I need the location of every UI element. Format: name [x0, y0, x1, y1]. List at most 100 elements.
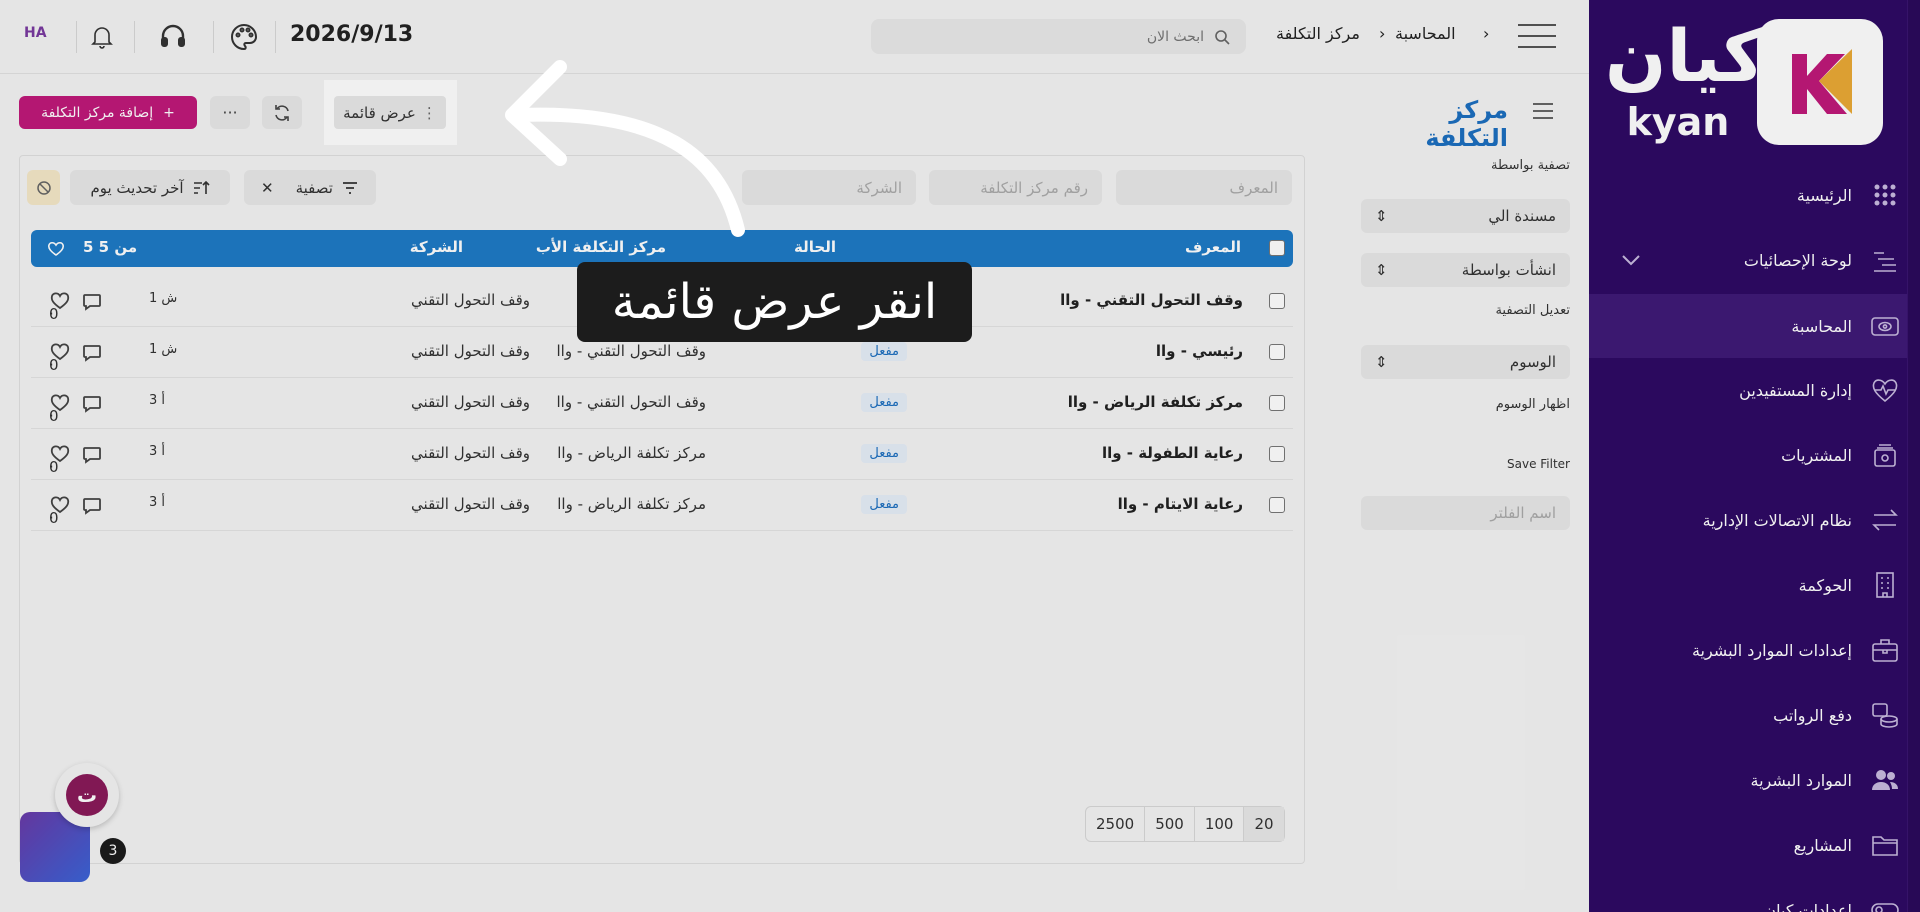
sidebar-item-label: الحوكمة: [1798, 575, 1852, 595]
table-row[interactable]: رعاية الايتام - واا مفعل مركز تكلفة الرياض…: [31, 480, 1293, 531]
row-checkbox[interactable]: [1269, 395, 1285, 411]
sidebar-item-label: الرئيسية: [1796, 185, 1852, 205]
divider: [134, 21, 135, 53]
company-filter-field[interactable]: الشركة: [742, 170, 916, 205]
money-eye-icon: [1870, 311, 1900, 341]
filter-icon: [342, 181, 357, 194]
tutorial-text: انقر عرض قائمة: [611, 274, 938, 330]
comment-icon[interactable]: [81, 443, 103, 465]
table-row[interactable]: مركز تكلفة الرياض - واا مفعل وقف التحول ال…: [31, 378, 1293, 429]
add-cost-center-button[interactable]: إضافة مركز التكلفة +: [19, 96, 197, 129]
cost-center-number-field[interactable]: رقم مركز التكلفة: [929, 170, 1102, 205]
column-id[interactable]: المعرف: [1185, 238, 1241, 256]
sidebar-item-hr-settings[interactable]: إعدادات الموارد البشرية: [1589, 618, 1920, 682]
comment-icon[interactable]: [81, 290, 103, 312]
refresh-icon: [275, 104, 289, 121]
chevron-down-icon[interactable]: [1619, 248, 1643, 272]
show-tags-label[interactable]: اظهار الوسوم: [1496, 397, 1570, 412]
sidebar-item-label: الموارد البشرية: [1750, 770, 1853, 790]
list-view-button[interactable]: عرض قائمة ⋮: [334, 96, 446, 129]
sidebar-item-label: إعدادات كيان: [1764, 900, 1852, 912]
folder-icon: [1870, 830, 1900, 860]
sidebar-item-label: المشاريع: [1793, 835, 1852, 855]
palette-icon[interactable]: [229, 22, 259, 52]
more-button[interactable]: ···: [210, 96, 250, 129]
select-all-checkbox[interactable]: [1269, 240, 1285, 256]
comment-icon[interactable]: [81, 392, 103, 414]
sidebar-item-accounting[interactable]: المحاسبة: [1589, 294, 1920, 358]
row-actions: · 0: [49, 341, 103, 374]
chat-launcher[interactable]: ت: [55, 763, 119, 827]
number-filter-placeholder: رقم مركز التكلفة: [980, 178, 1088, 197]
id-filter-field[interactable]: المعرف: [1116, 170, 1292, 205]
row-company: وقف التحول التقني: [411, 291, 530, 309]
clear-sort-button[interactable]: [27, 170, 60, 205]
row-checkbox[interactable]: [1269, 293, 1285, 309]
sort-icon: [193, 180, 210, 194]
page-size-20[interactable]: 20: [1243, 807, 1284, 841]
sidebar-item-communications[interactable]: نظام الاتصالات الإدارية: [1589, 488, 1920, 552]
row-age: 3 أ: [149, 444, 166, 459]
comment-count: 0: [49, 458, 59, 476]
search-input[interactable]: [904, 28, 1204, 45]
filter-panel: تصفية بواسطة تعديل التصفية اظهار الوسوم …: [1361, 0, 1570, 912]
add-button-label: إضافة مركز التكلفة: [41, 104, 154, 121]
row-parent: مركز تكلفة الرياض - واا: [557, 495, 706, 513]
row-name[interactable]: رئيسي - واا: [1156, 342, 1243, 360]
edit-filter-label[interactable]: تعديل التصفية: [1495, 303, 1570, 318]
bell-icon[interactable]: [89, 24, 115, 50]
row-name[interactable]: رعاية الطفولة - واا: [1102, 444, 1243, 462]
refresh-button[interactable]: [262, 96, 302, 129]
row-name[interactable]: مركز تكلفة الرياض - واا: [1068, 393, 1243, 411]
close-icon[interactable]: ✕: [261, 179, 274, 197]
sidebar-item-home[interactable]: الرئيسية: [1589, 163, 1920, 227]
row-checkbox[interactable]: [1269, 344, 1285, 360]
column-company[interactable]: الشركة: [410, 238, 463, 256]
row-company: وقف التحول التقني: [411, 444, 530, 462]
sidebar-item-label: المحاسبة: [1791, 316, 1852, 336]
page-size-100[interactable]: 100: [1193, 807, 1244, 841]
sidebar-item-beneficiaries[interactable]: إدارة المستفيدين: [1589, 358, 1920, 422]
sidebar-item-governance[interactable]: الحوكمة: [1589, 553, 1920, 617]
sidebar-item-projects[interactable]: المشاريع: [1589, 813, 1920, 877]
divider: [76, 21, 77, 53]
row-name[interactable]: رعاية الايتام - واا: [1118, 495, 1243, 513]
company-filter-placeholder: الشركة: [856, 178, 902, 197]
top-bar: › المحاسبة › مركز التكلفة 2026/9/13 HA: [0, 0, 1589, 74]
sidebar-item-kyan-settings[interactable]: إعدادات كيان: [1589, 878, 1920, 912]
filter-name-input[interactable]: اسم الفلتر: [1361, 496, 1570, 530]
row-company: وقف التحول التقني: [411, 393, 530, 411]
sort-chip[interactable]: آخر تحديث يوم: [70, 170, 230, 205]
select-arrows-icon: ⇕: [1375, 353, 1388, 371]
row-checkbox[interactable]: [1269, 497, 1285, 513]
avatar[interactable]: HA: [24, 25, 47, 41]
page-size-2500[interactable]: 2500: [1086, 807, 1144, 841]
row-parent: وقف التحول التقني - واا: [556, 393, 706, 411]
view-switcher-highlight: عرض قائمة ⋮: [324, 80, 457, 145]
sidebar-item-hr[interactable]: الموارد البشرية: [1589, 748, 1920, 812]
row-parent: مركز تكلفة الرياض - واا: [557, 444, 706, 462]
row-parent: وقف التحول التقني - واا: [556, 342, 706, 360]
users-icon: [1870, 765, 1900, 795]
sidebar-scrollbar[interactable]: [1907, 0, 1920, 912]
search-bar[interactable]: [871, 19, 1246, 54]
row-name[interactable]: وقف التحول التقني - واا: [1060, 291, 1243, 309]
sidebar-item-purchases[interactable]: المشتريات: [1589, 423, 1920, 487]
table-row[interactable]: رعاية الطفولة - واا مفعل مركز تكلفة الرياض…: [31, 429, 1293, 480]
row-checkbox[interactable]: [1269, 446, 1285, 462]
page-size-500[interactable]: 500: [1144, 807, 1194, 841]
more-icon: ···: [222, 103, 238, 122]
comment-icon[interactable]: [81, 341, 103, 363]
created-by-select[interactable]: ⇕ انشأت بواسطة: [1361, 253, 1570, 287]
column-status[interactable]: الحالة: [794, 238, 836, 256]
headset-icon[interactable]: [158, 22, 188, 52]
heart-icon[interactable]: [47, 240, 65, 258]
assigned-to-select[interactable]: ⇕ مسندة الي: [1361, 199, 1570, 233]
tutorial-tooltip: انقر عرض قائمة: [577, 262, 972, 342]
tags-select[interactable]: ⇕ الوسوم: [1361, 345, 1570, 379]
list-view-label: عرض قائمة: [343, 103, 416, 122]
filter-chip[interactable]: ✕ تصفية: [244, 170, 376, 205]
sidebar-item-payroll[interactable]: دفع الرواتب: [1589, 683, 1920, 747]
cart-box-icon: [1870, 440, 1900, 470]
comment-icon[interactable]: [81, 494, 103, 516]
